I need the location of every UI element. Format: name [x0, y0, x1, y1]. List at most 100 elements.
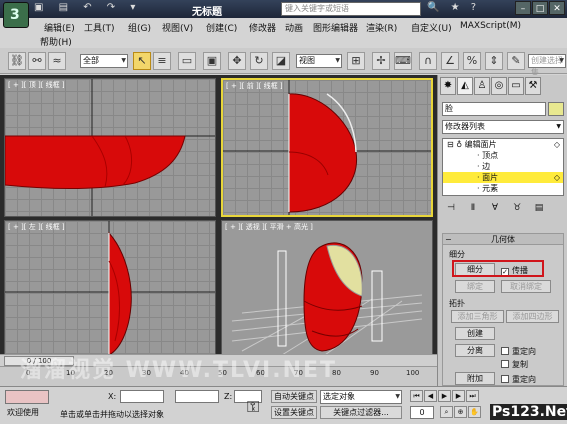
reorient2-checkbox[interactable]: 重定向	[501, 374, 536, 385]
quick-access-toolbar[interactable]: ▣ ▤ ↶ ↷ ▾	[34, 2, 141, 13]
hierarchy-tab-icon[interactable]: ♙	[474, 77, 490, 95]
selected-object-dropdown[interactable]: 选定对象	[320, 390, 402, 404]
show-end-result-icon[interactable]: Ⅱ	[464, 201, 482, 215]
angle-snap-icon[interactable]: ∠	[441, 52, 459, 70]
stack-item-element[interactable]: · 元素	[443, 183, 563, 194]
selection-filter-dropdown[interactable]: 全部	[80, 54, 128, 68]
pin-stack-icon[interactable]: ⊣	[442, 201, 460, 215]
key-filters-button[interactable]: 关键点过滤器...	[320, 406, 402, 419]
modifier-list-dropdown[interactable]: 修改器列表	[442, 120, 564, 134]
bind-button[interactable]: 绑定	[455, 280, 495, 293]
menu-customize[interactable]: 自定义(U)	[411, 21, 452, 34]
window-crossing-icon[interactable]: ▣	[203, 52, 221, 70]
scale-icon[interactable]: ◪	[272, 52, 290, 70]
viewport-front[interactable]: [ + ][ 前 ][ 线框 ]	[221, 78, 433, 217]
bind-space-warp-icon[interactable]: ≈	[48, 52, 66, 70]
object-name-field[interactable]: 脸	[442, 102, 546, 116]
menu-edit[interactable]: 编辑(E)	[44, 21, 75, 34]
spinner-snap-icon[interactable]: ⇕	[485, 52, 503, 70]
stack-diamond-icon: ◇	[553, 173, 560, 182]
close-button[interactable]: ✕	[549, 1, 565, 15]
menu-rendering[interactable]: 渲染(R)	[366, 21, 397, 34]
object-color-swatch[interactable]	[548, 102, 564, 116]
stack-item-edge[interactable]: · 边	[443, 161, 563, 172]
play-icon[interactable]: ▶	[438, 390, 451, 402]
window-controls: – □ ✕	[514, 1, 565, 15]
topology-group-label: 拓扑	[449, 299, 465, 308]
goto-end-icon[interactable]: ⏭	[466, 390, 479, 402]
prev-frame-icon[interactable]: ◀	[424, 390, 437, 402]
menu-animation[interactable]: 动画	[285, 21, 303, 34]
detach-button[interactable]: 分离	[455, 344, 495, 357]
y-coordinate-field[interactable]	[175, 390, 219, 403]
stack-item-vertex[interactable]: · 顶点	[443, 150, 563, 161]
next-frame-icon[interactable]: ▶	[452, 390, 465, 402]
maximize-button[interactable]: □	[532, 1, 548, 15]
keyboard-shortcut-icon[interactable]: ⌨	[394, 52, 412, 70]
current-frame-field[interactable]: 0	[410, 406, 434, 419]
set-key-button[interactable]: 设置关键点	[271, 406, 317, 419]
configure-sets-icon[interactable]: ▤	[530, 201, 548, 215]
subdivide-group-label: 细分	[449, 250, 465, 259]
prompt-text: 单击或单击并拖动以选择对象	[60, 410, 164, 419]
stack-item-patch[interactable]: · 面片 ◇	[443, 172, 563, 183]
pivot-center-icon[interactable]: ⊞	[347, 52, 365, 70]
select-object-icon[interactable]: ↖	[133, 52, 151, 70]
reference-coordinate-dropdown[interactable]: 视图	[296, 54, 342, 68]
app-logo-button[interactable]: 3	[3, 2, 29, 28]
attach-button[interactable]: 附加	[455, 372, 495, 385]
goto-start-icon[interactable]: ⏮	[410, 390, 423, 402]
menu-maxscript[interactable]: MAXScript(M)	[460, 21, 521, 31]
percent-snap-icon[interactable]: %	[463, 52, 481, 70]
copy-checkbox[interactable]: 复制	[501, 359, 528, 370]
x-coordinate-field[interactable]	[120, 390, 164, 403]
create-button[interactable]: 创建	[455, 327, 495, 340]
rotate-icon[interactable]: ↻	[250, 52, 268, 70]
select-manipulate-icon[interactable]: ✢	[372, 52, 390, 70]
minimize-button[interactable]: –	[515, 1, 531, 15]
create-tab-icon[interactable]: ✸	[440, 77, 456, 95]
key-icon[interactable]: ⚿	[247, 397, 259, 417]
viewport-perspective[interactable]: [ + ][ 透视 ][ 平滑 + 高光 ]	[221, 220, 433, 360]
motion-tab-icon[interactable]: ◎	[491, 77, 507, 95]
unlink-icon[interactable]: ⚯	[28, 52, 46, 70]
front-view-geometry	[223, 80, 431, 215]
geometry-rollout-header[interactable]: − 几何体	[443, 234, 563, 245]
lightbulb-icon: ♁	[456, 140, 463, 149]
snaps-toggle-icon[interactable]: ∩	[419, 52, 437, 70]
maxscript-listener[interactable]	[5, 390, 49, 404]
rectangular-region-icon[interactable]: ▭	[178, 52, 196, 70]
window-title: 无标题	[192, 7, 222, 18]
zoom-all-icon[interactable]: ⊕	[454, 406, 467, 418]
menu-group[interactable]: 组(G)	[128, 21, 151, 34]
menu-create[interactable]: 创建(C)	[206, 21, 237, 34]
display-tab-icon[interactable]: ▭	[508, 77, 524, 95]
make-unique-icon[interactable]: ∀	[486, 201, 504, 215]
menu-modifiers[interactable]: 修改器	[249, 21, 276, 34]
move-icon[interactable]: ✥	[228, 52, 246, 70]
modify-tab-icon[interactable]: ◭	[457, 77, 473, 95]
menu-help[interactable]: 帮助(H)	[40, 35, 72, 48]
named-selection-dropdown[interactable]: 创建选择集	[528, 54, 566, 77]
utilities-tab-icon[interactable]: ⚒	[525, 77, 541, 95]
stack-item-root[interactable]: ⊟ ♁ 编辑面片 ◇	[443, 139, 563, 150]
add-triangle-button[interactable]: 添加三角形	[451, 310, 504, 323]
menu-views[interactable]: 视图(V)	[162, 21, 193, 34]
pan-icon[interactable]: ✋	[468, 406, 481, 418]
zoom-icon[interactable]: ⌕	[440, 406, 453, 418]
viewport-left[interactable]: [ + ][ 左 ][ 线框 ]	[4, 220, 216, 360]
stack-toolbar: ⊣ Ⅱ ∀ ♉ ▤	[442, 201, 564, 217]
remove-modifier-icon[interactable]: ♉	[508, 201, 526, 215]
unbind-button[interactable]: 取消绑定	[501, 280, 551, 293]
menu-graph-editors[interactable]: 图形编辑器	[313, 21, 358, 34]
menu-tools[interactable]: 工具(T)	[84, 21, 115, 34]
reorient-checkbox[interactable]: 重定向	[501, 346, 536, 357]
select-by-name-icon[interactable]: ≡	[153, 52, 171, 70]
viewport-top[interactable]: [ + ][ 顶 ][ 线框 ]	[4, 78, 216, 217]
edit-named-selection-icon[interactable]: ✎	[507, 52, 525, 70]
infocenter-icons[interactable]: 🔍 ★ ?	[427, 2, 480, 13]
search-input[interactable]: 键入关键字或短语	[281, 2, 421, 16]
link-icon[interactable]: ⛓	[8, 52, 26, 70]
add-quad-button[interactable]: 添加四边形	[506, 310, 559, 323]
auto-key-button[interactable]: 自动关键点	[271, 390, 317, 403]
